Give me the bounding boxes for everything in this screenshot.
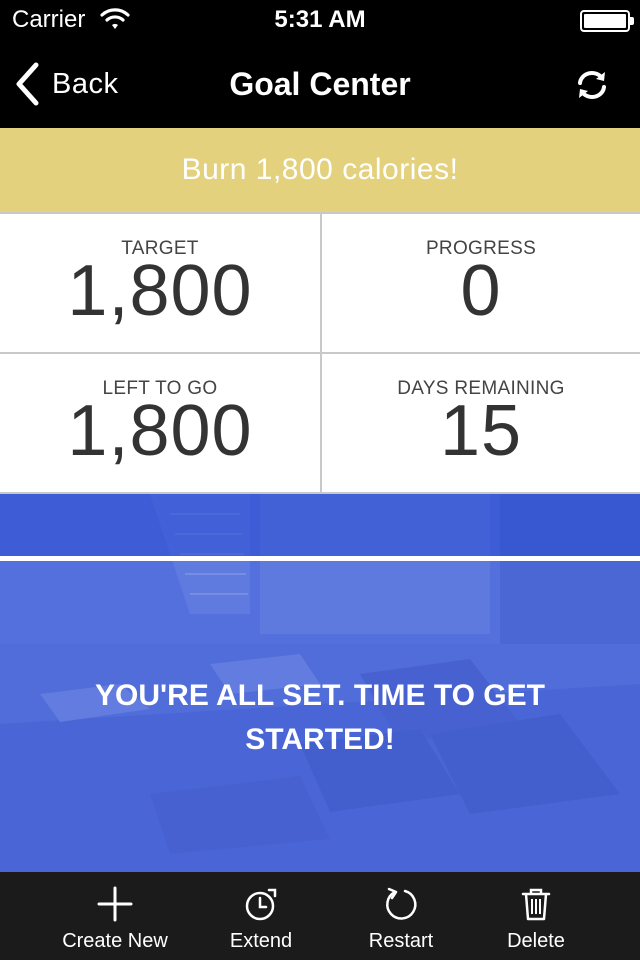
status-time: 5:31 AM: [274, 6, 366, 33]
hero-divider: [0, 556, 640, 561]
stat-value: 15: [439, 391, 523, 471]
plus-icon: [97, 886, 133, 922]
stat-left-to-go: LEFT TO GO 1,800: [0, 354, 320, 492]
delete-label: Delete: [507, 930, 565, 952]
timer-icon: [245, 888, 277, 921]
stat-target: TARGET 1,800: [0, 214, 320, 352]
restart-button[interactable]: Restart: [345, 872, 457, 960]
stat-value: 0: [460, 251, 502, 331]
trash-icon: [521, 888, 551, 921]
restart-icon: [386, 887, 417, 920]
bottom-toolbar: Create New Extend Restart Delete: [0, 872, 640, 960]
stat-value: 1,800: [67, 391, 253, 471]
nav-bar: Back Goal Center: [0, 40, 640, 128]
stats-grid: TARGET 1,800 PROGRESS 0 LEFT TO GO 1,800…: [0, 212, 640, 494]
hero-header-strip: [0, 494, 640, 556]
restart-label: Restart: [368, 930, 434, 952]
motivation-message: YOU'RE ALL SET. TIME TO GET STARTED!: [95, 679, 545, 756]
extend-label: Extend: [229, 930, 293, 952]
battery-icon: [580, 10, 634, 32]
stat-value: 1,800: [67, 251, 253, 331]
status-bar: Carrier 5:31 AM: [0, 0, 640, 40]
stat-progress: PROGRESS 0: [322, 214, 640, 352]
page-title: Goal Center: [229, 66, 411, 102]
extend-button[interactable]: Extend: [205, 872, 317, 960]
create-new-button[interactable]: Create New: [45, 872, 185, 960]
stat-days-remaining: DAYS REMAINING 15: [322, 354, 640, 492]
refresh-icon[interactable]: [574, 68, 610, 102]
motivation-panel: YOU'RE ALL SET. TIME TO GET STARTED!: [0, 494, 640, 872]
goal-banner: Burn 1,800 calories!: [0, 128, 640, 212]
create-new-label: Create New: [62, 930, 168, 952]
delete-button[interactable]: Delete: [480, 872, 592, 960]
